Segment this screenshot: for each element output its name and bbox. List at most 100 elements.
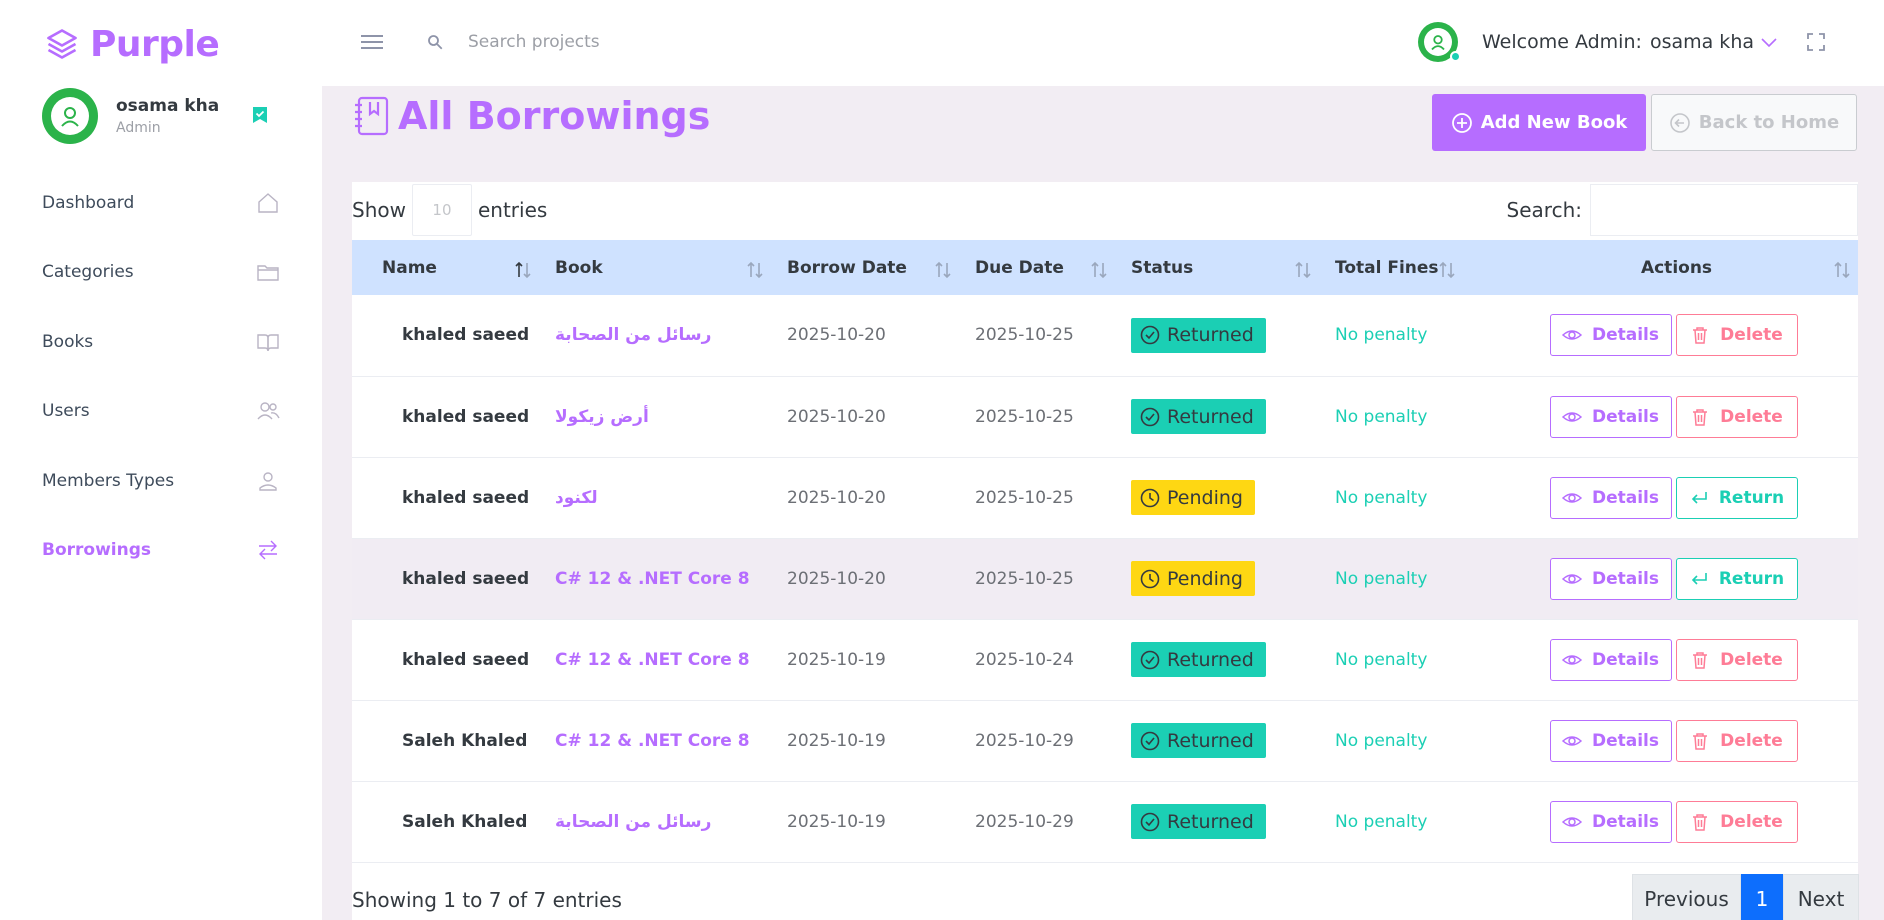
status-badge: Returned bbox=[1131, 723, 1266, 758]
pagination-previous[interactable]: Previous bbox=[1632, 874, 1741, 920]
details-button[interactable]: Details bbox=[1549, 719, 1672, 762]
sidebar-item-members-types[interactable]: Members Types bbox=[0, 446, 322, 516]
column-header-total-fines[interactable]: Total Fines bbox=[1325, 240, 1495, 295]
column-header-due-date[interactable]: Due Date bbox=[965, 240, 1121, 295]
sidebar-item-label: Books bbox=[42, 331, 94, 352]
menu-toggle-icon[interactable] bbox=[360, 30, 384, 54]
delete-button[interactable]: Delete bbox=[1675, 719, 1798, 762]
return-button[interactable]: Return bbox=[1675, 557, 1798, 600]
borrowings-table: Name Book Borrow Date Due Date Status To… bbox=[352, 240, 1858, 863]
sidebar-item-categories[interactable]: Categories bbox=[0, 238, 322, 308]
column-label: Borrow Date bbox=[787, 257, 907, 278]
cell-actions: Details Delete bbox=[1495, 619, 1858, 700]
status-label: Returned bbox=[1167, 648, 1254, 671]
details-button[interactable]: Details bbox=[1549, 800, 1672, 843]
sidebar: Purple osama kha Admin Dashboard Categor… bbox=[0, 0, 322, 920]
return-button[interactable]: Return bbox=[1675, 476, 1798, 519]
status-badge: Returned bbox=[1131, 642, 1266, 677]
back-to-home-label: Back to Home bbox=[1698, 112, 1840, 133]
layers-icon bbox=[47, 29, 77, 59]
clock-icon bbox=[1140, 569, 1160, 588]
cell-status: Pending bbox=[1121, 457, 1325, 538]
details-label: Details bbox=[1591, 568, 1659, 589]
cell-actions: Details Delete bbox=[1495, 781, 1858, 862]
chevron-down-icon bbox=[1761, 38, 1777, 48]
table-row: khaled saeed لكنود 2025-10-20 2025-10-25 Pen… bbox=[352, 457, 1858, 538]
column-label: Actions bbox=[1640, 257, 1713, 278]
user-menu[interactable]: Welcome Admin: osama kha bbox=[1418, 20, 1778, 64]
delete-button[interactable]: Delete bbox=[1675, 638, 1798, 681]
cell-due-date: 2025-10-25 bbox=[975, 406, 1074, 427]
check-circle-icon bbox=[1140, 812, 1160, 831]
folder-icon bbox=[257, 265, 279, 281]
column-header-name[interactable]: Name bbox=[352, 240, 545, 295]
pagination-next[interactable]: Next bbox=[1783, 874, 1859, 920]
delete-button[interactable]: Delete bbox=[1675, 395, 1798, 438]
table-row: khaled saeed أرض زيكولا 2025-10-20 2025-10-… bbox=[352, 376, 1858, 457]
delete-button[interactable]: Delete bbox=[1675, 800, 1798, 843]
cell-total-fines: No penalty bbox=[1335, 325, 1428, 346]
column-header-actions[interactable]: Actions bbox=[1495, 240, 1858, 295]
brand-logo[interactable]: Purple bbox=[44, 20, 220, 68]
eye-icon bbox=[1561, 654, 1582, 665]
user-face-icon bbox=[1431, 35, 1445, 51]
search-input[interactable] bbox=[468, 32, 808, 52]
cell-book[interactable]: C# 12 & .NET Core 8 bbox=[545, 538, 777, 619]
cell-due-date: 2025-10-25 bbox=[975, 487, 1074, 508]
details-label: Details bbox=[1591, 811, 1659, 832]
delete-label: Delete bbox=[1720, 406, 1783, 427]
details-label: Details bbox=[1591, 406, 1659, 427]
column-header-borrow-date[interactable]: Borrow Date bbox=[777, 240, 965, 295]
table-controls: Show 10 entries Search: bbox=[352, 182, 1858, 238]
sidebar-item-borrowings[interactable]: Borrowings bbox=[0, 516, 322, 586]
column-label: Total Fines bbox=[1335, 257, 1439, 278]
user-icon bbox=[259, 472, 277, 491]
welcome-dropdown[interactable]: Welcome Admin: osama kha bbox=[1482, 31, 1778, 53]
cell-book[interactable]: رسائل من الصحابة bbox=[545, 295, 777, 376]
cell-borrow-date: 2025-10-19 bbox=[787, 730, 886, 751]
show-label: Show bbox=[352, 198, 406, 222]
details-button[interactable]: Details bbox=[1549, 557, 1672, 600]
cell-actions: Details Return bbox=[1495, 538, 1858, 619]
trash-icon bbox=[1693, 408, 1708, 426]
sidebar-profile[interactable]: osama kha Admin bbox=[42, 88, 282, 144]
sort-icon bbox=[1295, 261, 1311, 279]
profile-role: Admin bbox=[116, 120, 161, 136]
cell-book[interactable]: C# 12 & .NET Core 8 bbox=[545, 619, 777, 700]
cell-book[interactable]: C# 12 & .NET Core 8 bbox=[545, 700, 777, 781]
fullscreen-icon[interactable] bbox=[1806, 32, 1826, 52]
cell-book[interactable]: أرض زيكولا bbox=[545, 376, 777, 457]
trash-icon bbox=[1693, 327, 1708, 344]
table-row: khaled saeed C# 12 & .NET Core 8 2025-10-1… bbox=[352, 619, 1858, 700]
details-button[interactable]: Details bbox=[1549, 638, 1672, 681]
swap-icon bbox=[259, 540, 277, 560]
details-button[interactable]: Details bbox=[1549, 476, 1672, 519]
column-label: Name bbox=[382, 257, 437, 278]
table-info: Showing 1 to 7 of 7 entries bbox=[352, 888, 622, 912]
add-new-book-button[interactable]: Add New Book bbox=[1432, 94, 1646, 151]
cell-book[interactable]: لكنود bbox=[545, 457, 777, 538]
pagination-page-1[interactable]: 1 bbox=[1741, 874, 1783, 920]
sidebar-item-books[interactable]: Books bbox=[0, 307, 322, 377]
details-button[interactable]: Details bbox=[1549, 314, 1672, 357]
sidebar-item-label: Dashboard bbox=[42, 192, 135, 213]
delete-button[interactable]: Delete bbox=[1675, 314, 1798, 357]
page-length-select[interactable]: 10 bbox=[411, 184, 472, 236]
column-header-status[interactable]: Status bbox=[1121, 240, 1325, 295]
sort-icon bbox=[935, 261, 951, 279]
table-search-input[interactable] bbox=[1590, 184, 1858, 236]
cell-status: Returned bbox=[1121, 781, 1325, 862]
sidebar-item-users[interactable]: Users bbox=[0, 377, 322, 447]
entries-label: entries bbox=[477, 198, 548, 222]
brand-name: Purple bbox=[90, 23, 220, 65]
back-to-home-button[interactable]: Back to Home bbox=[1651, 94, 1857, 151]
cell-status: Returned bbox=[1121, 700, 1325, 781]
sidebar-item-dashboard[interactable]: Dashboard bbox=[0, 168, 322, 238]
cell-due-date: 2025-10-29 bbox=[975, 730, 1074, 751]
details-label: Details bbox=[1591, 649, 1659, 670]
details-button[interactable]: Details bbox=[1549, 395, 1672, 438]
cell-status: Pending bbox=[1121, 538, 1325, 619]
cell-book[interactable]: رسائل من الصحابة bbox=[545, 781, 777, 862]
details-label: Details bbox=[1591, 325, 1659, 346]
column-header-book[interactable]: Book bbox=[545, 240, 777, 295]
